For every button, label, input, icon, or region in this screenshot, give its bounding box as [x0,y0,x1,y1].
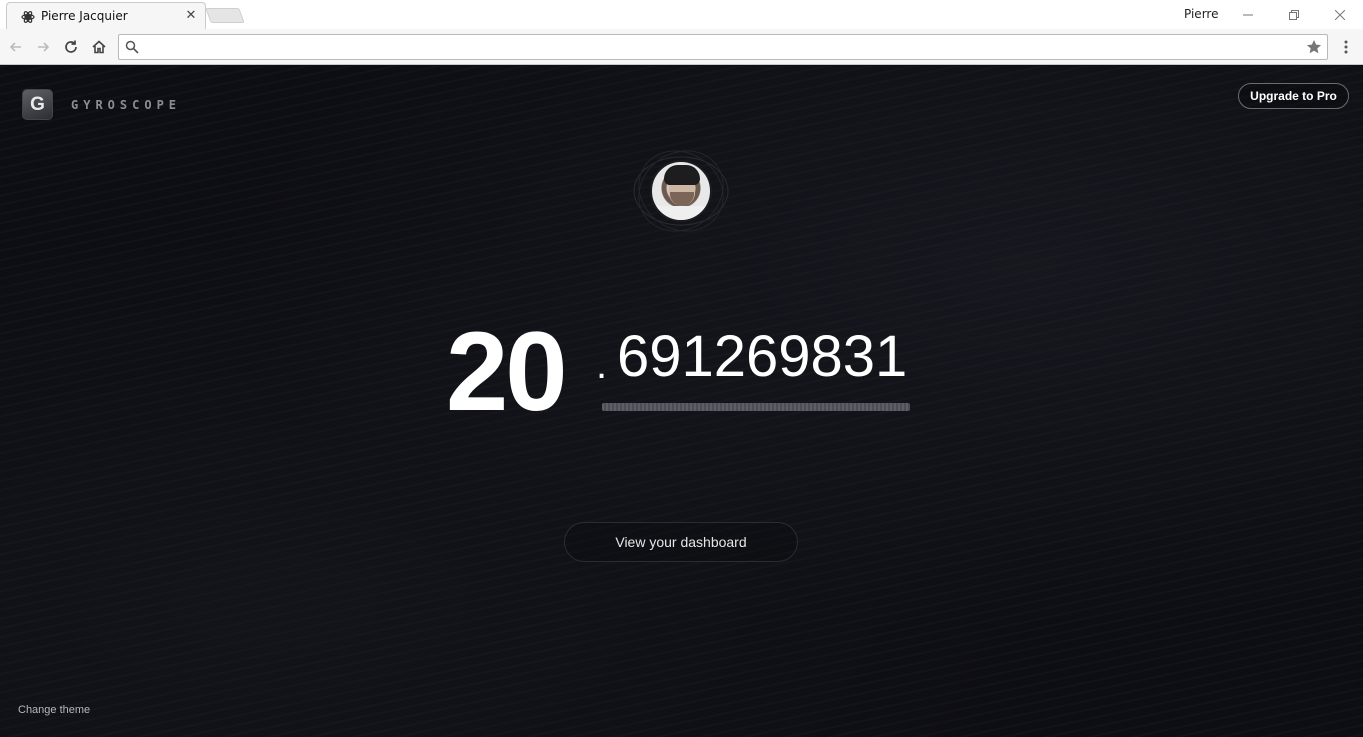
search-icon [125,40,139,54]
view-dashboard-button[interactable]: View your dashboard [564,522,798,562]
address-input[interactable] [145,38,1295,56]
brand-name: GYROSCOPE [71,98,182,112]
age-progress-bar [602,403,910,411]
upgrade-button[interactable]: Upgrade to Pro [1238,83,1349,109]
profile-avatar[interactable] [631,148,731,232]
change-theme-link[interactable]: Change theme [18,704,90,716]
tab-title: Pierre Jacquier [41,9,128,23]
browser-tab[interactable]: Pierre Jacquier ✕ [6,2,206,29]
profile-name[interactable]: Pierre [1184,7,1218,21]
gyroscope-page: G GYROSCOPE Upgrade to Pro 20 . 69126983… [0,66,1363,737]
bookmark-star-icon[interactable] [1305,38,1323,56]
reload-icon[interactable] [59,35,83,59]
gyroscope-favicon-icon [21,11,35,23]
browser-titlebar: Pierre Jacquier ✕ Pierre [0,0,1363,29]
minimize-icon[interactable] [1225,0,1271,29]
address-bar[interactable] [118,34,1328,60]
restore-icon[interactable] [1271,0,1317,29]
more-menu-icon[interactable] [1336,35,1356,59]
close-icon[interactable] [1317,0,1363,29]
gyroscope-logo[interactable]: G [22,89,53,120]
age-integer: 20 [446,309,568,434]
new-tab-button[interactable] [205,8,245,23]
tab-close-icon[interactable]: ✕ [183,7,199,23]
home-icon[interactable] [87,35,111,59]
logo-letter: G [30,93,45,115]
avatar-photo [650,160,712,222]
browser-toolbar [0,29,1363,65]
forward-icon[interactable] [31,35,55,59]
back-icon[interactable] [4,35,28,59]
age-decimal: 691269831 [617,324,908,389]
age-progress-fill [602,403,910,411]
age-dot: . [596,343,608,387]
